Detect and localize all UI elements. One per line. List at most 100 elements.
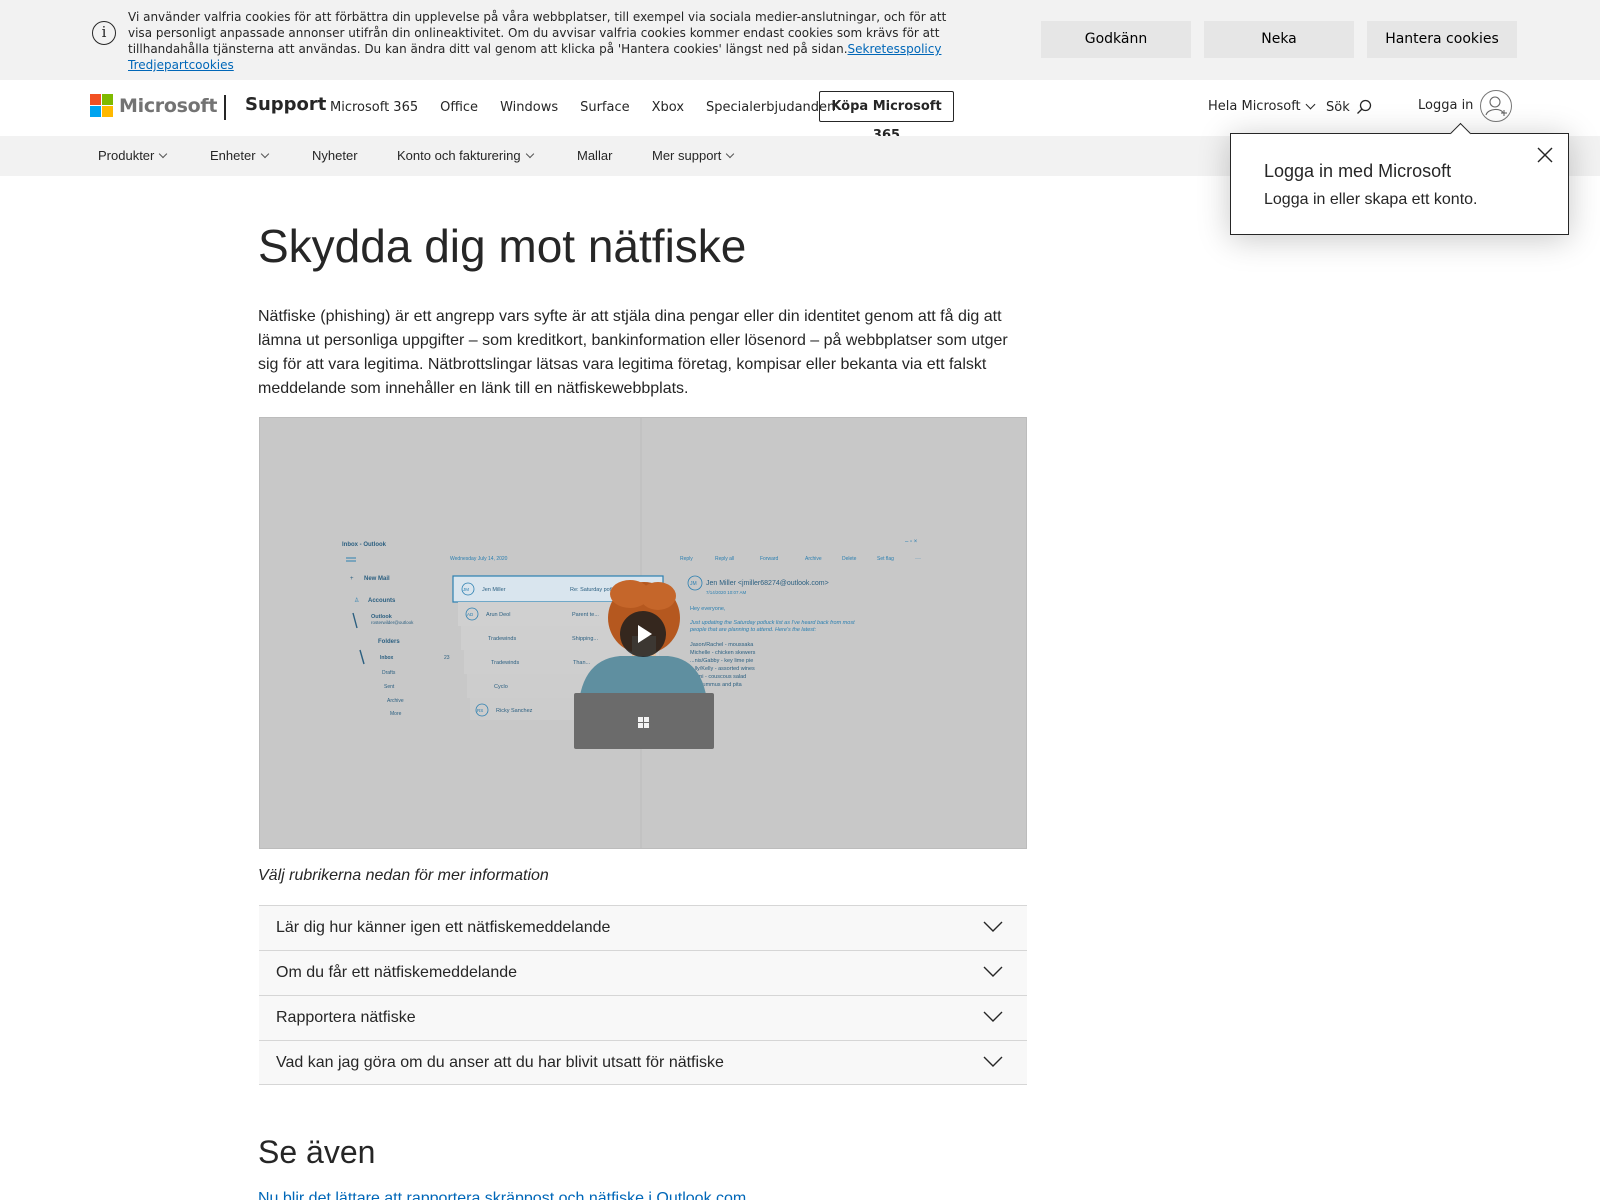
video-player[interactable]: Inbox - Outlook + New Mail ♙ Accounts Ou…	[259, 417, 1027, 849]
video-tb-archive: Archive	[805, 556, 822, 562]
intro-paragraph: Nätfiske (phishing) är ett angrepp vars …	[258, 308, 1008, 397]
chevron-down-icon	[159, 149, 168, 158]
video-tb-more: ···	[915, 556, 921, 562]
accordion-label: Lär dig hur känner igen ett nätfiskemedd…	[276, 919, 611, 936]
nav-special-offers[interactable]: Specialerbjudanden	[706, 100, 835, 115]
subnav-devices[interactable]: Enheter	[210, 148, 269, 163]
subnav-more-support-label: Mer support	[652, 148, 722, 163]
video-tb-delete: Delete	[842, 556, 857, 562]
third-party-cookies-link[interactable]: Tredjepartcookies	[128, 58, 234, 72]
logo-square-yellow	[102, 106, 113, 117]
brand-name: Microsoft	[119, 94, 218, 117]
chevron-down-icon	[1305, 99, 1316, 110]
video-mail-subject-1: Parent te...	[572, 612, 599, 618]
subnav-templates-label: Mallar	[577, 148, 613, 163]
video-mail-from-2: Tradewinds	[488, 636, 516, 642]
video-mail-initials-1: AD	[467, 612, 474, 617]
nav-xbox[interactable]: Xbox	[652, 100, 684, 115]
video-mail-from-3: Tradewinds	[491, 660, 519, 666]
svg-text:JM: JM	[690, 581, 697, 587]
cookie-banner: i Vi använder valfria cookies för att fö…	[0, 0, 1600, 80]
video-body-0: Hey everyone,	[690, 606, 726, 612]
video-account-email: rosterwilder@outlook	[371, 620, 414, 625]
microsoft-logo[interactable]: Microsoft	[90, 94, 217, 117]
close-icon[interactable]	[1536, 146, 1554, 164]
svg-text:– ▫ ×: – ▫ ×	[905, 539, 918, 545]
logo-square-red	[90, 94, 101, 105]
reject-cookies-button[interactable]: Neka	[1204, 21, 1354, 58]
top-nav: Microsoft 365 Office Windows Surface Xbo…	[330, 100, 857, 115]
user-avatar-icon[interactable]	[1480, 90, 1512, 122]
video-folder-inbox: Inbox	[380, 655, 394, 661]
subnav-products[interactable]: Produkter	[98, 148, 168, 163]
accordion-item-report[interactable]: Rapportera nätfiske	[259, 995, 1027, 1040]
chevron-down-icon	[983, 966, 1003, 977]
video-folder-drafts: Drafts	[382, 670, 396, 676]
accordion-item-victim[interactable]: Vad kan jag göra om du anser att du har …	[259, 1040, 1027, 1085]
support-link[interactable]: Support	[245, 94, 326, 115]
svg-text:+: +	[350, 576, 354, 582]
video-body-4: Michelle - chicken skewers	[690, 650, 756, 656]
chevron-down-icon	[983, 1056, 1003, 1067]
manage-cookies-button[interactable]: Hantera cookies	[1367, 21, 1517, 58]
play-button[interactable]	[620, 611, 666, 657]
video-tb-forward: Forward	[760, 556, 779, 562]
signin-popup-title: Logga in med Microsoft	[1264, 161, 1452, 181]
sign-in-link[interactable]: Logga in	[1418, 98, 1473, 113]
video-mail-subject-3: Than...	[573, 660, 591, 666]
video-body-3: Jason/Rachel - moussaka	[690, 642, 754, 648]
nav-surface[interactable]: Surface	[580, 100, 630, 115]
subnav-news[interactable]: Nyheter	[312, 148, 358, 163]
nav-windows[interactable]: Windows	[500, 100, 558, 115]
video-mail-initials-5: RS	[477, 708, 483, 713]
video-mail-initials-0: JM	[463, 587, 469, 592]
video-body-2: people that are planning to attend. Here…	[689, 627, 817, 633]
video-mail-from-4: Cyclo	[494, 684, 508, 690]
chevron-down-icon	[525, 149, 534, 158]
video-reading-from: Jen Miller <jmiller68274@outlook.com>	[706, 580, 829, 587]
buy-microsoft-365-button[interactable]: Köpa Microsoft 365	[819, 91, 954, 143]
video-date: Wednesday July 14, 2020	[450, 556, 508, 562]
video-mail-from-0: Jen Miller	[482, 587, 506, 593]
video-mail-from-1: Arun Deol	[486, 612, 510, 618]
accordion-label: Rapportera nätfiske	[276, 1009, 416, 1026]
header-divider	[224, 95, 226, 120]
nav-office[interactable]: Office	[440, 100, 478, 115]
video-app-title: Inbox - Outlook	[342, 542, 387, 548]
see-also-link[interactable]: Nu blir det lättare att rapportera skräp…	[258, 1190, 746, 1200]
accordion-label: Om du får ett nätfiskemeddelande	[276, 964, 518, 981]
chevron-down-icon	[260, 149, 269, 158]
video-new-mail: New Mail	[364, 576, 390, 582]
signin-popup: Logga in med Microsoft Logga in eller sk…	[1230, 133, 1569, 235]
subnav-account-billing[interactable]: Konto och fakturering	[397, 148, 534, 163]
subnav-more-support[interactable]: Mer support	[652, 148, 735, 163]
subnav-news-label: Nyheter	[312, 148, 358, 163]
search-icon	[1356, 99, 1371, 114]
cookie-text: Vi använder valfria cookies för att förb…	[128, 9, 958, 73]
video-reading-date: 7/14/2020 10:07 AM	[706, 590, 747, 595]
cookie-message: Vi använder valfria cookies för att förb…	[128, 10, 947, 56]
svg-text:♙: ♙	[354, 597, 359, 604]
nav-microsoft-365[interactable]: Microsoft 365	[330, 100, 418, 115]
search-label: Sök	[1326, 99, 1350, 115]
search-button[interactable]: Sök	[1326, 99, 1372, 115]
accordion-item-recognize[interactable]: Lär dig hur känner igen ett nätfiskemedd…	[259, 905, 1027, 950]
microsoft-logo-icon	[90, 94, 113, 117]
accordion: Lär dig hur känner igen ett nätfiskemedd…	[259, 905, 1027, 1085]
video-body-6: ...lly/Kelly - assorted wines	[690, 666, 755, 672]
video-folder-sent: Sent	[384, 684, 395, 690]
page-title: Skydda dig mot nätfiske	[258, 220, 747, 272]
subnav-templates[interactable]: Mallar	[577, 148, 612, 163]
video-accounts: Accounts	[368, 598, 396, 604]
accordion-label: Vad kan jag göra om du anser att du har …	[276, 1054, 724, 1071]
accordion-item-received[interactable]: Om du får ett nätfiskemeddelande	[259, 950, 1027, 995]
logo-square-green	[102, 94, 113, 105]
accept-cookies-button[interactable]: Godkänn	[1041, 21, 1191, 58]
video-body-5: ...nis/Gabby - key lime pie	[690, 658, 753, 664]
video-tb-reply: Reply	[680, 556, 693, 562]
video-tb-set-flag: Set flag	[877, 556, 894, 562]
chevron-down-icon	[726, 149, 735, 158]
privacy-policy-link[interactable]: Sekretesspolicy	[848, 42, 942, 56]
site-header: Microsoft Support Microsoft 365 Office W…	[0, 80, 1600, 143]
all-microsoft-menu[interactable]: Hela Microsoft	[1208, 99, 1316, 114]
